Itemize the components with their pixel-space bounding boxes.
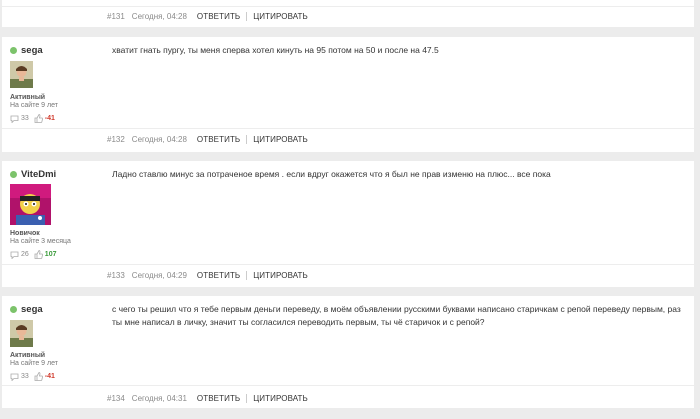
reply-button[interactable]: ОТВЕТИТЬ [197,135,240,144]
post-text: с чего ты решил что я тебе первым деньги… [112,303,681,329]
post-number[interactable]: #134 [107,394,125,403]
user-rank: Новичок [10,230,40,237]
post-number[interactable]: #132 [107,135,125,144]
reputation: 107 [44,251,57,258]
avatar[interactable] [10,184,51,225]
username[interactable]: sega [10,304,43,315]
user-rank: Активный [10,352,46,359]
username-text[interactable]: sega [21,45,43,56]
user-info: ViteDmi Новичок На сайте 3 месяца 26 107 [10,169,71,259]
post-card-134: sega Активный На сайте 9 лет 33 -41 с че [2,296,694,408]
user-since: На сайте 3 месяца [10,238,71,245]
reply-button[interactable]: ОТВЕТИТЬ [197,394,240,403]
username[interactable]: ViteDmi [10,169,56,180]
online-status-dot [10,47,17,54]
username-text[interactable]: sega [21,304,43,315]
user-rank: Активный [10,94,46,101]
user-stats: 33 -41 [10,372,55,381]
post-meta: #134 Сегодня, 04:31 ОТВЕТИТЬ ЦИТИРОВАТЬ [107,394,308,403]
post-meta: #132 Сегодня, 04:28 ОТВЕТИТЬ ЦИТИРОВАТЬ [107,135,308,144]
post-text-line: ты мне написал в личку, значит ты соглас… [112,317,485,327]
post-text: хватит гнать пургу, ты меня сперва хотел… [112,44,439,57]
reply-button[interactable]: ОТВЕТИТЬ [197,12,240,21]
user-info: sega Активный На сайте 9 лет 33 -41 [10,45,58,123]
user-since: На сайте 9 лет [10,102,58,109]
post-number[interactable]: #133 [107,271,125,280]
post-text-line: с чего ты решил что я тебе первым деньги… [112,304,681,314]
separator [246,12,248,21]
username-text[interactable]: ViteDmi [21,169,56,180]
quote-button[interactable]: ЦИТИРОВАТЬ [253,12,308,21]
divider [2,6,694,7]
user-stats: 26 107 [10,250,56,259]
comment-count: 26 [21,251,29,258]
quote-button[interactable]: ЦИТИРОВАТЬ [253,394,308,403]
quote-button[interactable]: ЦИТИРОВАТЬ [253,271,308,280]
separator [246,271,248,280]
post-meta: #133 Сегодня, 04:29 ОТВЕТИТЬ ЦИТИРОВАТЬ [107,271,308,280]
thumbs-icon [34,372,43,381]
post-text-line: хватит гнать пургу, ты меня сперва хотел… [112,45,439,55]
post-date: Сегодня, 04:29 [131,271,187,280]
quote-button[interactable]: ЦИТИРОВАТЬ [253,135,308,144]
post-card-133: ViteDmi Новичок На сайте 3 месяца 26 107… [2,161,694,287]
post-date: Сегодня, 04:31 [131,394,187,403]
separator [246,135,248,144]
avatar[interactable] [10,320,33,347]
post-number[interactable]: #131 [107,12,125,21]
divider [2,128,694,129]
post-meta: #131 Сегодня, 04:28 ОТВЕТИТЬ ЦИТИРОВАТЬ [107,12,308,21]
post-text-line: Ладно ставлю минус за потраченое время .… [112,169,551,179]
comment-icon [10,115,19,123]
post-card-132: sega Активный На сайте 9 лет 33 -41 хват [2,37,694,152]
username[interactable]: sega [10,45,43,56]
avatar[interactable] [10,61,33,88]
user-stats: 33 -41 [10,114,55,123]
post-card-131: #131 Сегодня, 04:28 ОТВЕТИТЬ ЦИТИРОВАТЬ [2,0,694,27]
comment-icon [10,251,19,259]
user-since: На сайте 9 лет [10,360,58,367]
thumbs-icon [34,250,43,259]
online-status-dot [10,306,17,313]
comment-count: 33 [21,373,29,380]
user-info: sega Активный На сайте 9 лет 33 -41 [10,304,58,381]
separator [246,394,248,403]
comment-icon [10,373,19,381]
reply-button[interactable]: ОТВЕТИТЬ [197,271,240,280]
divider [2,264,694,265]
divider [2,385,694,386]
reputation: -41 [44,115,55,122]
online-status-dot [10,171,17,178]
reputation: -41 [44,373,55,380]
post-date: Сегодня, 04:28 [131,135,187,144]
thumbs-icon [34,114,43,123]
comment-count: 33 [21,115,29,122]
post-text: Ладно ставлю минус за потраченое время .… [112,168,551,181]
post-date: Сегодня, 04:28 [131,12,187,21]
